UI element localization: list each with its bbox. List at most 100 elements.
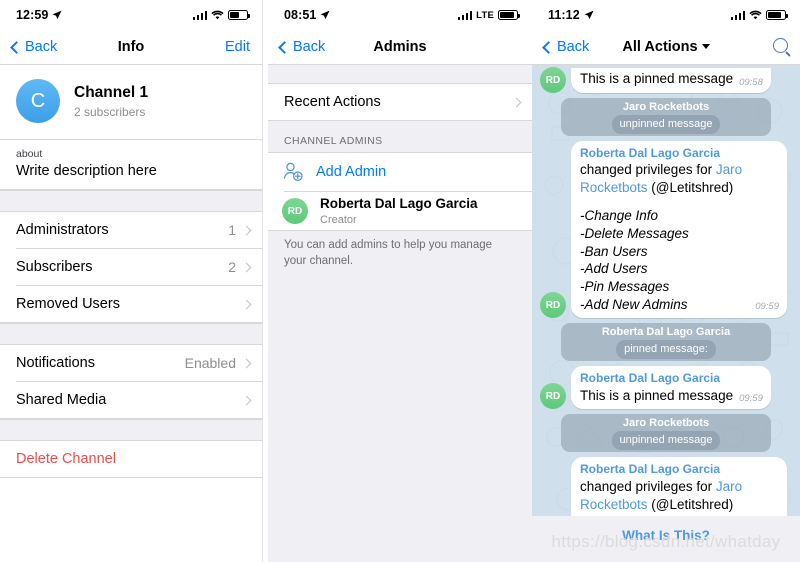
wifi-icon (749, 10, 762, 20)
row-recent-actions[interactable]: Recent Actions (268, 84, 532, 120)
row-label: Shared Media (16, 392, 107, 408)
what-is-this-label: What Is This? (622, 528, 710, 543)
row-label: Notifications (16, 355, 95, 371)
privilege-item: -Change Info (580, 208, 659, 224)
service-message: Roberta Dal Lago Garcia pinned message: (540, 323, 792, 361)
chevron-left-icon (542, 40, 555, 54)
back-label: Back (293, 39, 326, 55)
chevron-left-icon (278, 40, 291, 54)
phone-screen-all-actions: 11:12 Back All Actions RD This is a pinn… (532, 0, 800, 562)
message-text: changed privileges for Jaro Rocketbots (… (580, 478, 779, 514)
what-is-this-button[interactable]: What Is This? (532, 516, 800, 545)
row-right: 2 (228, 259, 252, 275)
row-subscribers[interactable]: Subscribers 2 (0, 249, 262, 285)
channel-admins-header: CHANNEL ADMINS (284, 135, 383, 147)
divider (0, 477, 262, 478)
recent-actions-group: Recent Actions (268, 84, 532, 120)
status-bar-2: 08:51 LTE (268, 0, 532, 30)
add-admin-button[interactable]: Add Admin (268, 153, 532, 191)
privileges-handle: (@Letitshred) (647, 496, 734, 512)
avatar: RD (540, 67, 566, 93)
chat-log[interactable]: RD This is a pinned message 09:58 Jaro R… (532, 65, 800, 562)
message-row[interactable]: RD Roberta Dal Lago Garcia This is a pin… (540, 365, 792, 410)
row-value: Enabled (184, 355, 236, 371)
admin-name: Roberta Dal Lago Garcia (320, 196, 478, 212)
nav-bar-1: Back Info Edit (0, 30, 262, 64)
channel-name: Channel 1 (74, 84, 149, 102)
status-right-2: LTE (457, 10, 520, 21)
service-actor: Roberta Dal Lago Garcia (601, 326, 731, 339)
admin-text: Roberta Dal Lago Garcia Creator (320, 196, 520, 225)
about-section[interactable]: about Write description here (0, 140, 262, 189)
row-label: Administrators (16, 222, 109, 238)
service-message: Jaro Rocketbots unpinned message (540, 98, 792, 136)
message-bubble[interactable]: This is a pinned message 09:58 (571, 68, 771, 93)
message-time: 09:58 (739, 77, 763, 88)
message-bubble[interactable]: Roberta Dal Lago Garcia This is a pinned… (571, 365, 771, 410)
channel-info-body: C Channel 1 2 subscribers about Write de… (0, 65, 262, 562)
nav-bar-3: Back All Actions (532, 30, 800, 64)
message-time: 09:59 (739, 393, 763, 405)
channel-profile-header[interactable]: C Channel 1 2 subscribers (0, 65, 262, 139)
message-text: changed privileges for Jaro Rocketbots (… (580, 161, 779, 197)
message-bubble[interactable]: Roberta Dal Lago Garcia changed privileg… (571, 140, 787, 319)
search-icon (773, 37, 788, 53)
status-time: 12:59 (16, 8, 49, 22)
chat-footer-bar: What Is This? (532, 516, 800, 562)
signal-bars-icon (730, 10, 745, 20)
all-actions-label: All Actions (622, 39, 698, 55)
privilege-item: -Add Users (580, 261, 648, 277)
location-arrow-icon (53, 10, 62, 20)
battery-icon (498, 10, 520, 20)
service-action: unpinned message (611, 431, 721, 451)
avatar: C (16, 79, 60, 123)
search-button[interactable] (773, 37, 788, 57)
row-value: 2 (228, 259, 236, 275)
phone-screen-channel-info: 12:59 Back Info Edit C Channel 1 2 subsc… (0, 0, 262, 562)
row-right (236, 299, 252, 309)
edit-button[interactable]: Edit (225, 39, 250, 55)
section-gap (0, 323, 262, 345)
message-text: This is a pinned message (580, 71, 734, 87)
nav-bar-2: Back Admins (268, 30, 532, 64)
status-left-1: 12:59 (16, 8, 62, 22)
service-actor: Jaro Rocketbots (622, 101, 710, 113)
message-sender: Roberta Dal Lago Garcia (580, 370, 721, 385)
add-admin-label: Add Admin (316, 164, 387, 180)
row-removed-users[interactable]: Removed Users (0, 286, 262, 322)
chevron-left-icon (10, 40, 23, 54)
signal-bars-icon (192, 10, 207, 20)
admins-body: Recent Actions CHANNEL ADMINS Add Admin … (268, 65, 532, 562)
row-administrators[interactable]: Administrators 1 (0, 212, 262, 248)
status-bar-1: 12:59 (0, 0, 262, 30)
back-button-2[interactable]: Back (278, 39, 326, 55)
message-sender: Roberta Dal Lago Garcia (580, 462, 721, 477)
back-button-3[interactable]: Back (542, 39, 589, 55)
signal-bars-icon (457, 10, 473, 20)
service-action: unpinned message (611, 114, 721, 134)
row-value: 1 (228, 222, 236, 238)
back-button-1[interactable]: Back (10, 39, 57, 55)
row-shared-media[interactable]: Shared Media (0, 382, 262, 418)
chevron-right-icon (241, 262, 252, 272)
screenshot-root: 12:59 Back Info Edit C Channel 1 2 subsc… (0, 0, 800, 562)
avatar: RD (282, 198, 308, 224)
message-row[interactable]: RD This is a pinned message 09:58 (540, 67, 792, 93)
row-delete-channel[interactable]: Delete Channel (0, 441, 262, 477)
privileges-list: -Change Info -Delete Messages -Ban Users… (580, 207, 779, 313)
row-right: 1 (228, 222, 252, 238)
message-row[interactable]: RD Roberta Dal Lago Garcia changed privi… (540, 140, 792, 319)
section-gap (0, 419, 262, 441)
service-message: Jaro Rocketbots unpinned message (540, 414, 792, 453)
admins-group: Add Admin RD Roberta Dal Lago Garcia Cre… (268, 153, 532, 230)
admin-list-item[interactable]: RD Roberta Dal Lago Garcia Creator (268, 192, 532, 230)
service-text: Jaro Rocketbots unpinned message (561, 98, 771, 136)
add-admin-icon (283, 162, 303, 181)
section-gap (0, 190, 262, 212)
status-left-3: 11:12 (548, 8, 594, 22)
row-notifications[interactable]: Notifications Enabled (0, 345, 262, 381)
message-text: This is a pinned message (580, 387, 734, 403)
status-bar-3: 11:12 (532, 0, 800, 30)
privileges-handle: (@Letitshred) (647, 180, 734, 196)
service-action: pinned message: (616, 340, 716, 359)
